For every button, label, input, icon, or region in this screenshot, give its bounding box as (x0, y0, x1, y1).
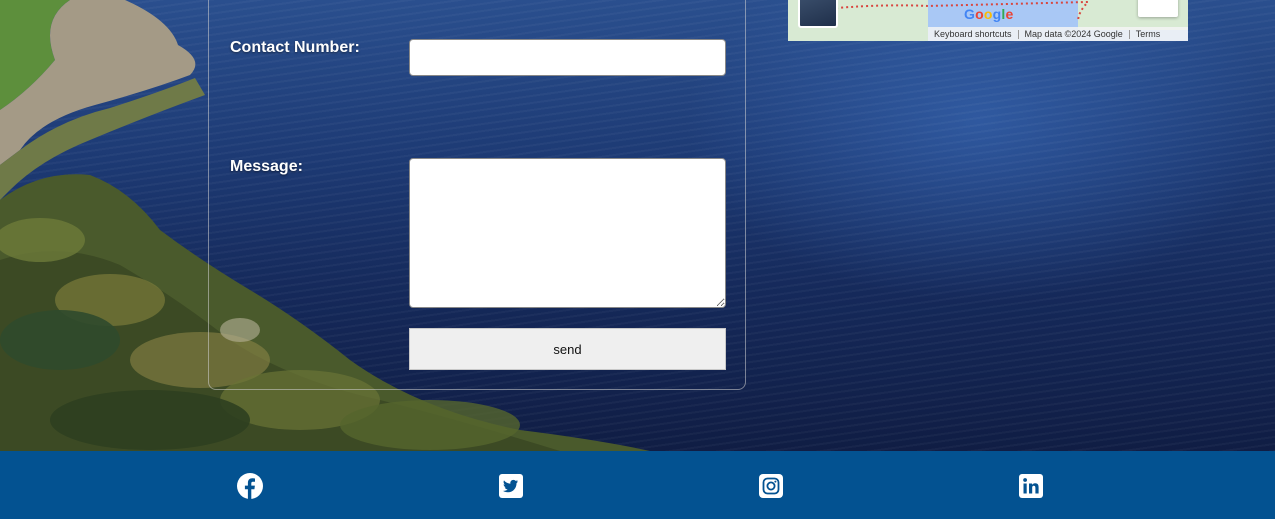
send-button[interactable]: send (409, 328, 726, 370)
map-satellite-toggle[interactable] (798, 0, 838, 28)
map-data-text: Map data ©2024 Google (1024, 29, 1123, 39)
map-attribution: Keyboard shortcuts Map data ©2024 Google… (928, 27, 1188, 41)
google-map[interactable]: Google Keyboard shortcuts Map data ©2024… (788, 0, 1188, 41)
contact-number-label: Contact Number: (230, 39, 360, 56)
facebook-icon[interactable] (236, 472, 264, 500)
message-textarea[interactable] (409, 158, 726, 308)
message-label: Message: (230, 158, 303, 175)
linkedin-icon[interactable] (1017, 472, 1045, 500)
terms-link[interactable]: Terms (1130, 29, 1167, 39)
instagram-icon[interactable] (757, 472, 785, 500)
map-zoom-control[interactable] (1138, 0, 1178, 17)
google-logo: Google (964, 6, 1014, 22)
keyboard-shortcuts-link[interactable]: Keyboard shortcuts (928, 29, 1018, 39)
footer (0, 451, 1275, 519)
twitter-icon[interactable] (497, 472, 525, 500)
contact-number-input[interactable] (409, 39, 726, 76)
